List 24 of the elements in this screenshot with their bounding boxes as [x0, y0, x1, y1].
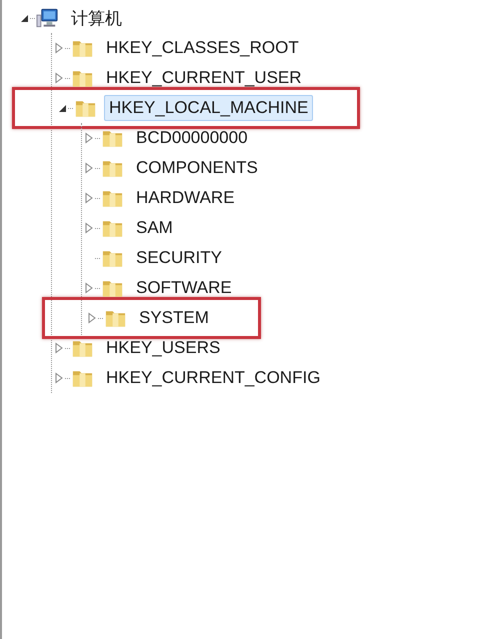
expand-arrow-icon[interactable]	[83, 282, 95, 294]
tree-item[interactable]: HKEY_CURRENT_USER	[101, 65, 307, 91]
expand-arrow-icon[interactable]	[83, 192, 95, 204]
tree-item[interactable]: 计算机	[66, 4, 127, 32]
tree-item[interactable]: SECURITY	[131, 245, 227, 271]
expand-arrow-icon[interactable]	[53, 42, 65, 54]
expand-arrow-icon[interactable]	[53, 72, 65, 84]
tree-item[interactable]: SAM	[131, 215, 178, 241]
tree-item[interactable]: COMPONENTS	[131, 155, 263, 181]
tree-item[interactable]: HARDWARE	[131, 185, 240, 211]
tree-item[interactable]: HKEY_CLASSES_ROOT	[101, 35, 304, 61]
expand-arrow-icon[interactable]	[83, 222, 95, 234]
expand-arrow-icon[interactable]	[83, 162, 95, 174]
tree-item[interactable]: BCD00000000	[131, 125, 253, 151]
expand-arrow-icon[interactable]	[53, 372, 65, 384]
computer-icon	[36, 7, 59, 29]
expand-arrow-icon[interactable]	[83, 132, 95, 144]
tree-item[interactable]: HKEY_USERS	[101, 335, 226, 361]
expand-arrow-icon[interactable]	[86, 312, 98, 324]
expand-arrow-icon[interactable]	[53, 342, 65, 354]
tree-item[interactable]: SYSTEM	[134, 305, 214, 331]
tree-item[interactable]: HKEY_LOCAL_MACHINE	[104, 95, 314, 121]
tree-item[interactable]: SOFTWARE	[131, 275, 237, 301]
tree-item[interactable]: HKEY_CURRENT_CONFIG	[101, 365, 326, 391]
